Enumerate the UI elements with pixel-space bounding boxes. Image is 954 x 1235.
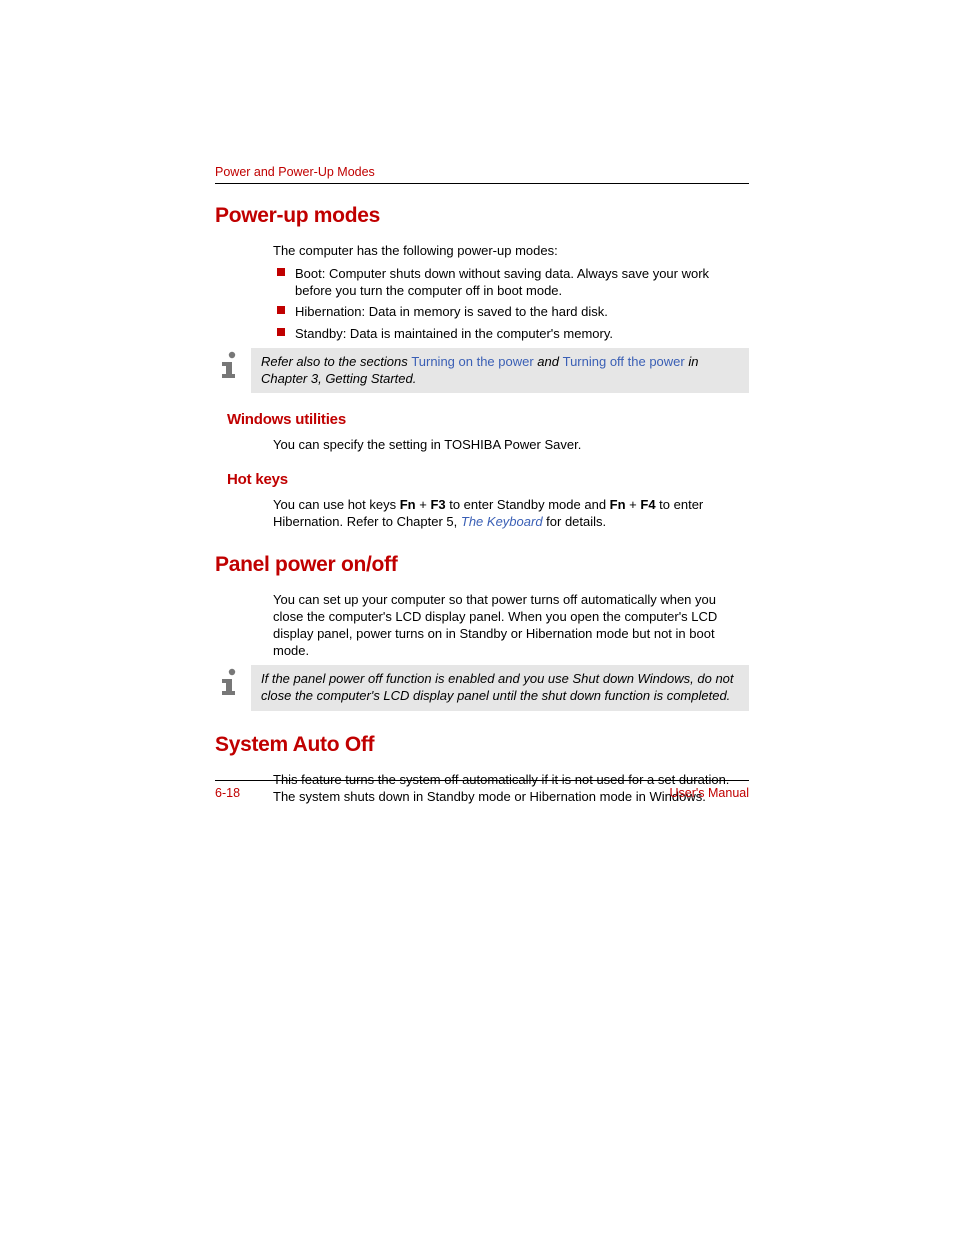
note-text-mid: and <box>534 354 563 369</box>
document-page: Power and Power-Up Modes Power-up modes … <box>0 0 954 970</box>
heading-system-auto-off: System Auto Off <box>215 733 749 757</box>
manual-title: User's Manual <box>670 786 750 800</box>
key-f4: F4 <box>640 497 655 512</box>
section1-intro: The computer has the following power-up … <box>273 242 749 259</box>
info-icon <box>215 665 245 702</box>
key-f3: F3 <box>430 497 445 512</box>
text-fragment: to enter Standby mode and <box>446 497 610 512</box>
running-header: Power and Power-Up Modes <box>215 165 749 179</box>
heading-windows-utilities: Windows utilities <box>227 411 749 428</box>
note-callout: Refer also to the sections Turning on th… <box>215 348 749 393</box>
bullet-item: Standby: Data is maintained in the compu… <box>273 325 749 342</box>
link-turning-off-power[interactable]: Turning off the power <box>563 354 685 369</box>
text-fragment: for details. <box>543 514 607 529</box>
link-the-keyboard[interactable]: The Keyboard <box>461 514 543 529</box>
panel-power-text: You can set up your computer so that pow… <box>273 591 749 660</box>
key-fn: Fn <box>610 497 626 512</box>
text-fragment: + <box>626 497 641 512</box>
header-rule <box>215 183 749 184</box>
heading-hot-keys: Hot keys <box>227 471 749 488</box>
note-text: If the panel power off function is enabl… <box>251 665 749 710</box>
heading-panel-power: Panel power on/off <box>215 553 749 577</box>
power-up-bullet-list: Boot: Computer shuts down without saving… <box>273 265 749 342</box>
hot-keys-body: You can use hot keys Fn + F3 to enter St… <box>273 496 749 530</box>
note-text: Refer also to the sections Turning on th… <box>251 348 749 393</box>
text-fragment: + <box>416 497 431 512</box>
hot-keys-text: You can use hot keys Fn + F3 to enter St… <box>273 496 749 530</box>
section1-body: The computer has the following power-up … <box>273 242 749 342</box>
info-icon <box>215 348 245 385</box>
link-turning-on-power[interactable]: Turning on the power <box>411 354 533 369</box>
bullet-item: Hibernation: Data in memory is saved to … <box>273 303 749 320</box>
section2-body: You can set up your computer so that pow… <box>273 591 749 660</box>
windows-utilities-text: You can specify the setting in TOSHIBA P… <box>273 436 749 453</box>
text-fragment: You can use hot keys <box>273 497 400 512</box>
note-text-pre: Refer also to the sections <box>261 354 411 369</box>
bullet-item: Boot: Computer shuts down without saving… <box>273 265 749 299</box>
note-callout: If the panel power off function is enabl… <box>215 665 749 710</box>
key-fn: Fn <box>400 497 416 512</box>
page-number: 6-18 <box>215 786 240 800</box>
windows-utilities-body: You can specify the setting in TOSHIBA P… <box>273 436 749 453</box>
heading-power-up-modes: Power-up modes <box>215 204 749 228</box>
footer-rule <box>215 780 749 781</box>
page-footer: 6-18 User's Manual <box>215 780 749 800</box>
